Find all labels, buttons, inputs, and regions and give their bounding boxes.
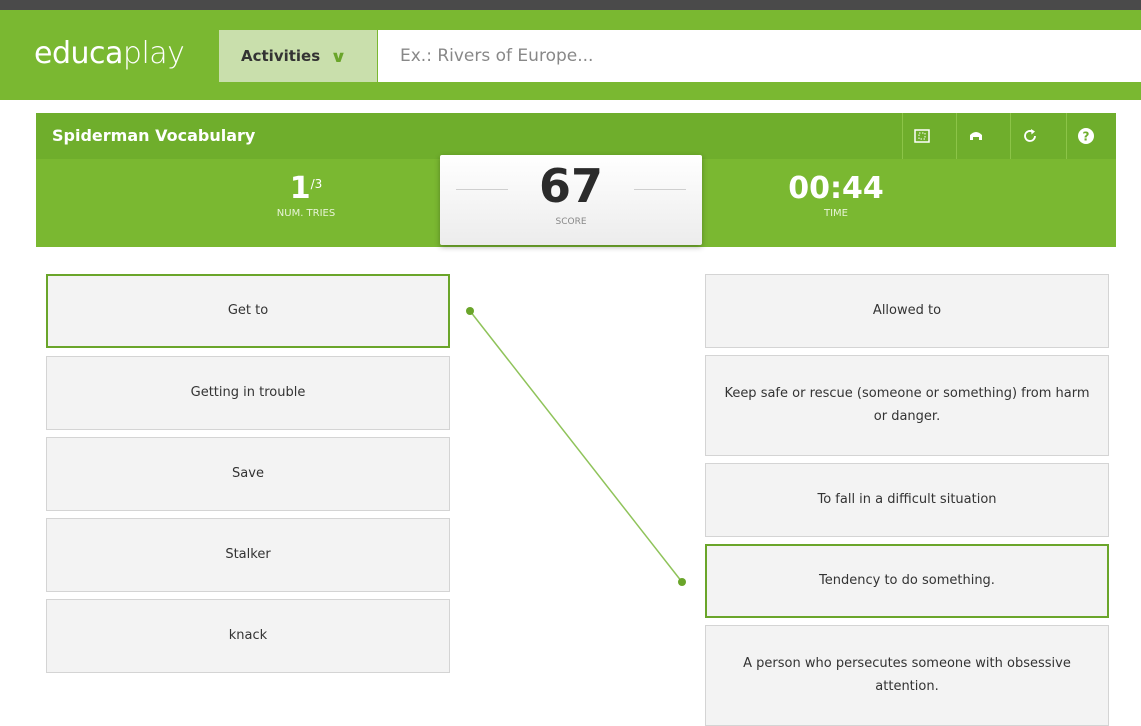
connector-dot-end[interactable] [678,578,686,586]
match-connector [466,307,686,586]
connector-dot-start[interactable] [466,307,474,315]
connector-line [469,310,683,583]
